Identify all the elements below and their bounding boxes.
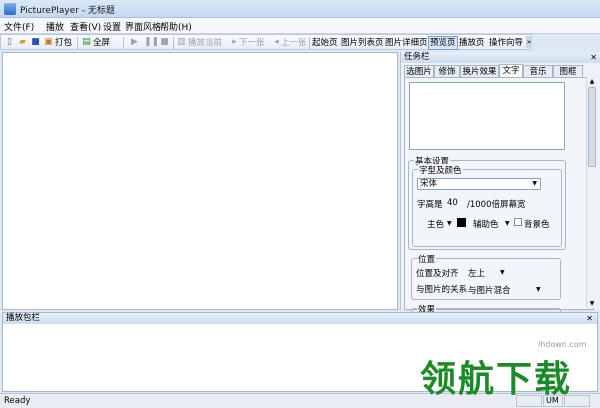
- aux-color-button[interactable]: 辅助色: [473, 218, 499, 230]
- task-pane: 任务栏 ✕ 选图片 修饰 换片效果 文字 音乐 图框 基本设置 字型及颜色 宋体…: [400, 52, 600, 318]
- close-icon[interactable]: ✕: [590, 52, 597, 63]
- menu-play[interactable]: 播放: [46, 20, 64, 33]
- tab-text[interactable]: 文字: [499, 64, 523, 77]
- basic-settings-group: 基本设置 字型及颜色 宋体 ▼ 字高是 40 /1000倍屏幕宽 主色 ▼ 辅助…: [408, 155, 566, 250]
- play-current-icon[interactable]: ▥: [176, 37, 187, 48]
- list-page-button[interactable]: 图片列表页: [341, 37, 384, 49]
- relation-value[interactable]: 与图片混合: [468, 284, 511, 296]
- main-color-swatch: [457, 218, 466, 227]
- font-height-unit: /1000倍屏幕宽: [467, 200, 526, 210]
- menu-file[interactable]: 文件(F): [4, 20, 34, 33]
- chevron-down-icon[interactable]: ▼: [500, 269, 505, 276]
- stop-icon[interactable]: ■: [159, 37, 170, 48]
- start-page-button[interactable]: 起始页: [312, 37, 338, 49]
- task-pane-scrollbar[interactable]: ▲ ▼: [586, 77, 597, 308]
- toolbar: ▯ ▰ ■ ▣ 打包 ▤ 全屏 ▶ ❚❚ ■ ▥ 播放当前 ▸ 下一张 ◂ 上一…: [0, 34, 532, 50]
- fullscreen-icon[interactable]: ▤: [81, 37, 92, 48]
- toolbar-separator: [309, 37, 310, 49]
- tab-transition[interactable]: 换片效果: [460, 65, 499, 77]
- chevron-down-icon: ▼: [532, 180, 537, 187]
- caption-text-input[interactable]: [409, 82, 565, 150]
- scroll-up-icon[interactable]: ▲: [587, 77, 597, 86]
- menu-help[interactable]: 帮助(H): [160, 20, 192, 33]
- tab-frame[interactable]: 图框: [553, 65, 583, 77]
- new-file-icon[interactable]: ▯: [4, 37, 15, 48]
- main-color-button[interactable]: 主色: [427, 218, 444, 230]
- toolbar-separator: [173, 37, 174, 49]
- font-height-value[interactable]: 40: [447, 198, 458, 208]
- window-title: PicturePlayer - 无标题: [20, 6, 115, 16]
- chevron-down-icon[interactable]: ▼: [505, 220, 510, 227]
- preview-canvas[interactable]: [2, 52, 398, 310]
- toolbar-overflow-icon[interactable]: »: [526, 36, 532, 48]
- watermark-url: lhdown.com: [538, 340, 587, 349]
- fullscreen-button[interactable]: 全屏: [93, 37, 110, 49]
- menu-settings[interactable]: 设置: [103, 20, 121, 33]
- watermark: lhdown.com 领航下载: [420, 340, 596, 400]
- relation-label: 与图片的关系: [416, 285, 468, 295]
- next-button[interactable]: 下一张: [239, 37, 265, 49]
- font-select-value: 宋体: [420, 179, 438, 189]
- pause-icon[interactable]: ❚❚: [144, 37, 159, 48]
- title-bar: PicturePlayer - 无标题: [0, 0, 600, 18]
- preview-page-button[interactable]: 预览页: [428, 36, 458, 50]
- watermark-text: 领航下载: [420, 359, 573, 400]
- font-color-group: 字型及颜色 宋体 ▼ 字高是 40 /1000倍屏幕宽 主色 ▼ 辅助色 ▼ 背…: [412, 164, 562, 247]
- save-icon[interactable]: ■: [30, 37, 41, 48]
- alignment-label: 位置及对齐: [416, 269, 459, 279]
- chevron-down-icon[interactable]: ▼: [536, 286, 541, 293]
- tab-decorate[interactable]: 修饰: [434, 65, 460, 77]
- menu-style[interactable]: 界面风格: [125, 20, 161, 33]
- text-tab-panel: 基本设置 字型及颜色 宋体 ▼ 字高是 40 /1000倍屏幕宽 主色 ▼ 辅助…: [404, 77, 594, 318]
- pack-button[interactable]: 打包: [55, 37, 72, 49]
- font-select[interactable]: 宋体 ▼: [417, 178, 541, 190]
- toolbar-separator: [123, 37, 124, 49]
- prev-button[interactable]: 上一张: [281, 37, 307, 49]
- tab-music[interactable]: 音乐: [523, 65, 553, 77]
- scroll-down-icon[interactable]: ▼: [587, 299, 597, 308]
- font-height-label: 字高是: [417, 200, 443, 210]
- tab-select-pictures[interactable]: 选图片: [404, 65, 434, 77]
- play-icon[interactable]: ▶: [129, 37, 140, 48]
- font-color-label: 字型及颜色: [418, 164, 463, 176]
- open-folder-icon[interactable]: ▰: [17, 37, 28, 48]
- position-label: 位置: [417, 253, 437, 265]
- bg-color-checkbox[interactable]: [514, 218, 522, 226]
- play-package-title: 播放包栏: [3, 313, 597, 324]
- bg-color-label: 背景色: [524, 220, 550, 230]
- position-group: 位置 位置及对齐 左上 ▼ 与图片的关系 与图片混合 ▼: [411, 253, 561, 300]
- scroll-thumb[interactable]: [588, 87, 596, 167]
- alignment-value[interactable]: 左上: [468, 267, 485, 279]
- menu-bar: 文件(F) 播放 查看(V) 设置 界面风格 帮助(H): [0, 18, 600, 34]
- wizard-button[interactable]: 操作向导: [489, 37, 523, 49]
- task-pane-title: 任务栏: [401, 52, 600, 63]
- toolbar-separator: [77, 37, 78, 49]
- status-text: Ready: [4, 396, 31, 406]
- detail-page-button[interactable]: 图片详细页: [385, 37, 428, 49]
- app-icon: [4, 3, 16, 15]
- close-icon[interactable]: ✕: [586, 313, 593, 324]
- play-page-button[interactable]: 播放页: [459, 37, 485, 49]
- pack-icon[interactable]: ▣: [43, 37, 54, 48]
- menu-view[interactable]: 查看(V): [70, 20, 101, 33]
- chevron-down-icon[interactable]: ▼: [447, 220, 452, 227]
- play-current-button[interactable]: 播放当前: [188, 37, 222, 49]
